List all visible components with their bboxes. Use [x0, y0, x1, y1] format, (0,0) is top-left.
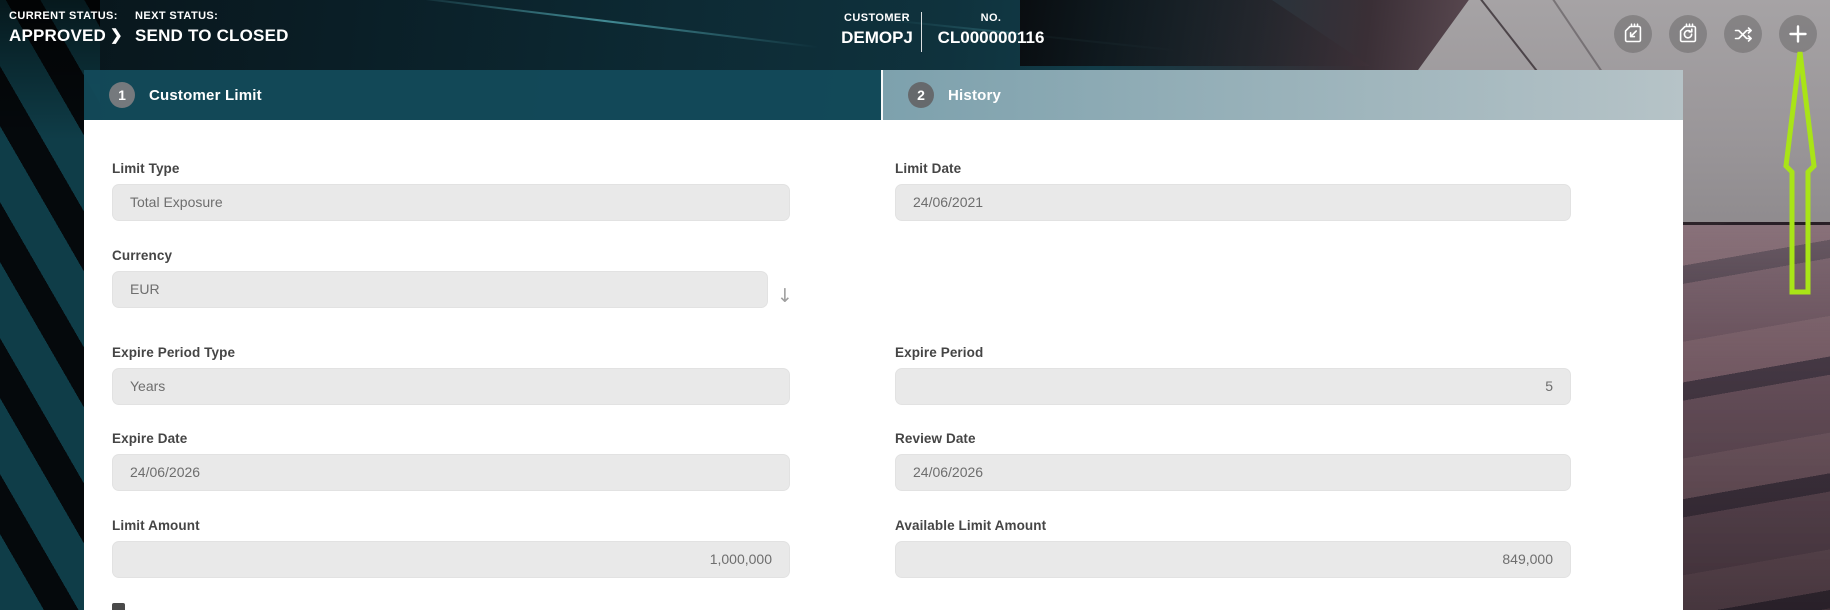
- review-date-input[interactable]: 24/06/2026: [895, 454, 1571, 491]
- expire-date-input[interactable]: 24/06/2026: [112, 454, 790, 491]
- limit-amount-input[interactable]: 1,000,000: [112, 541, 790, 578]
- customer-block: CUSTOMER DEMOPJ: [820, 12, 934, 48]
- limit-type-input[interactable]: Total Exposure: [112, 184, 790, 221]
- save-import-button[interactable]: [1614, 15, 1652, 53]
- app-window: { "header": { "current_status_label": "C…: [0, 0, 1830, 610]
- available-limit-amount-input[interactable]: 849,000: [895, 541, 1571, 578]
- background-building-facade: [1683, 222, 1830, 610]
- add-button[interactable]: [1779, 15, 1817, 53]
- field-label: Limit Amount: [112, 518, 790, 533]
- save-import-icon: [1621, 22, 1645, 46]
- currency-input[interactable]: EUR: [112, 271, 768, 308]
- field-label: Expire Period Type: [112, 345, 790, 360]
- field-label: Expire Date: [112, 431, 790, 446]
- current-status-label: CURRENT STATUS:: [9, 10, 118, 22]
- limit-date-input[interactable]: 24/06/2021: [895, 184, 1571, 221]
- field-label: Currency: [112, 248, 768, 263]
- tab-number-badge: 1: [109, 82, 135, 108]
- customer-limit-form-panel: Limit Type Total Exposure Limit Date 24/…: [84, 120, 1683, 610]
- shuffle-icon: [1731, 22, 1755, 46]
- field-available-limit-amount: Available Limit Amount 849,000: [895, 518, 1571, 578]
- field-label: Limit Type: [112, 161, 790, 176]
- field-label: Expire Period: [895, 345, 1571, 360]
- header-divider: [921, 12, 922, 52]
- field-limit-amount: Limit Amount 1,000,000: [112, 518, 790, 578]
- field-label: Limit Date: [895, 161, 1571, 176]
- next-status-block: NEXT STATUS: SEND TO CLOSED: [135, 10, 289, 46]
- next-status-label: NEXT STATUS:: [135, 10, 289, 22]
- expire-period-input[interactable]: 5: [895, 368, 1571, 405]
- field-currency: Currency EUR: [112, 248, 768, 308]
- field-label: Available Limit Amount: [895, 518, 1571, 533]
- record-number-value: CL000000116: [932, 28, 1050, 48]
- cutoff-next-field-label: [112, 603, 125, 610]
- field-expire-period: Expire Period 5: [895, 345, 1571, 405]
- tab-label: Customer Limit: [149, 87, 262, 104]
- status-chevron-icon: ❯: [110, 26, 123, 44]
- section-tabs: 1 Customer Limit 2 History: [84, 70, 1683, 120]
- record-number-label: NO.: [932, 12, 1050, 24]
- add-icon: [1786, 22, 1810, 46]
- field-limit-date: Limit Date 24/06/2021: [895, 161, 1571, 221]
- shuffle-button[interactable]: [1724, 15, 1762, 53]
- record-number-block: NO. CL000000116: [932, 12, 1050, 48]
- header-action-buttons: [1614, 15, 1824, 53]
- current-status-block: CURRENT STATUS: APPROVED: [9, 10, 118, 46]
- field-limit-type: Limit Type Total Exposure: [112, 161, 790, 221]
- tab-label: History: [948, 87, 1001, 104]
- save-refresh-icon: [1676, 22, 1700, 46]
- field-label: Review Date: [895, 431, 1571, 446]
- field-expire-period-type: Expire Period Type Years: [112, 345, 790, 405]
- top-status-bar: CURRENT STATUS: APPROVED ❯ NEXT STATUS: …: [0, 0, 1830, 64]
- expire-period-type-input[interactable]: Years: [112, 368, 790, 405]
- current-status-value: APPROVED: [9, 26, 118, 46]
- tab-customer-limit[interactable]: 1 Customer Limit: [84, 70, 881, 120]
- customer-value: DEMOPJ: [820, 28, 934, 48]
- field-expire-date: Expire Date 24/06/2026: [112, 431, 790, 491]
- currency-dropdown-icon[interactable]: ↓: [777, 285, 793, 307]
- field-review-date: Review Date 24/06/2026: [895, 431, 1571, 491]
- customer-label: CUSTOMER: [820, 12, 934, 24]
- tab-number-badge: 2: [908, 82, 934, 108]
- save-refresh-button[interactable]: [1669, 15, 1707, 53]
- tab-history[interactable]: 2 History: [881, 70, 1683, 120]
- next-status-value: SEND TO CLOSED: [135, 26, 289, 46]
